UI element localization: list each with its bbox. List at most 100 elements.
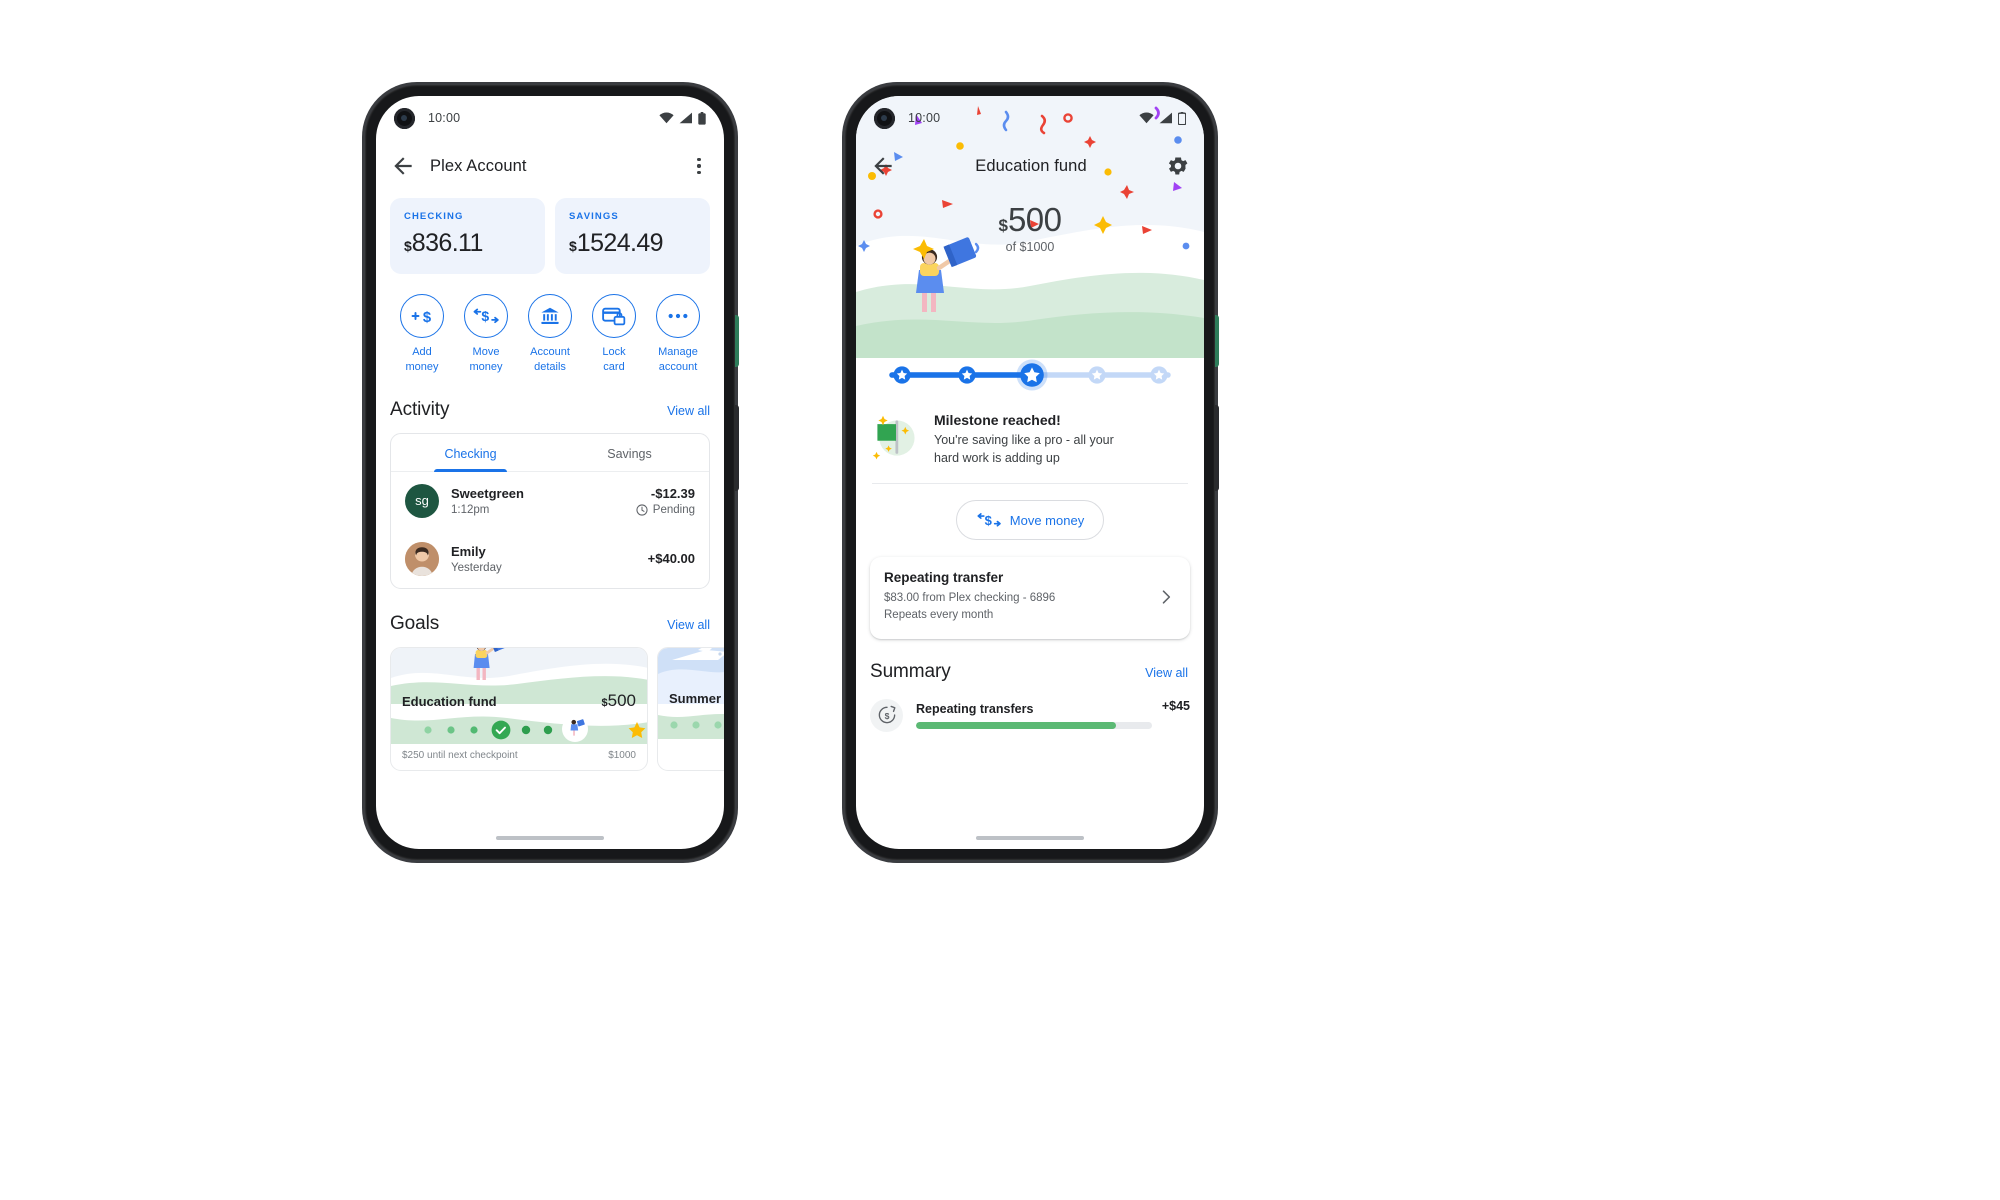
- move-money-icon: $: [977, 513, 1001, 528]
- gear-icon[interactable]: [1166, 154, 1190, 178]
- svg-text:$: $: [481, 308, 489, 324]
- phone-device-left: 10:00 Plex Account CHECKING $ 836.11 SAV…: [365, 85, 739, 860]
- divider: [872, 483, 1188, 485]
- phone-screen-right: 10:00 Education fund $ 500 of $1000 Mile…: [856, 96, 1204, 849]
- goal-target-label: of $1000: [1005, 240, 1055, 254]
- back-arrow-icon[interactable]: [390, 153, 416, 179]
- status-time: 10:00: [428, 111, 461, 125]
- milestone-message: Milestone reached! You're saving like a …: [856, 398, 1204, 467]
- move-money-button[interactable]: $ Move money: [956, 500, 1104, 541]
- milestone-slider[interactable]: [856, 352, 1204, 398]
- front-camera-icon: [394, 107, 415, 129]
- action-label-line2: money: [469, 360, 503, 373]
- balance-label: CHECKING: [404, 211, 464, 222]
- action-manage-account[interactable]: Manage account: [648, 294, 708, 375]
- milestone-stop-4: [1150, 366, 1168, 384]
- status-icons: [1139, 111, 1186, 125]
- phone-device-right: 10:00 Education fund $ 500 of $1000 Mile…: [845, 85, 1219, 860]
- goal-card-summer[interactable]: Summer: [657, 646, 724, 771]
- action-account-details[interactable]: Account details: [520, 294, 580, 375]
- goal-hero: 10:00 Education fund $ 500 of $1000: [856, 96, 1204, 358]
- action-lock-card[interactable]: Lock card: [584, 294, 644, 375]
- wifi-icon: [659, 112, 674, 124]
- transaction-status: Pending: [652, 503, 695, 516]
- summary-row-amount: +$45: [1161, 698, 1190, 713]
- battery-icon: [698, 111, 706, 125]
- activity-view-all-link[interactable]: View all: [667, 404, 710, 418]
- balance-cards: CHECKING $ 836.11 SAVINGS $ 1524.49: [390, 198, 710, 274]
- activity-card: Checking Savings sg Sweetgreen 1:12pm -$…: [390, 432, 710, 589]
- table-row[interactable]: sg Sweetgreen 1:12pm -$12.39 Pending: [391, 472, 709, 530]
- list-item[interactable]: $ Repeating transfers +$45: [870, 698, 1190, 732]
- tab-savings[interactable]: Savings: [550, 434, 709, 471]
- overflow-menu-icon[interactable]: [688, 155, 710, 177]
- svg-text:$: $: [984, 513, 992, 528]
- table-row[interactable]: Emily Yesterday +$40.00: [391, 530, 709, 588]
- action-label-line2: money: [405, 360, 439, 373]
- balance-label: SAVINGS: [569, 211, 619, 222]
- lock-card-icon: [592, 294, 636, 338]
- transaction-time: 1:12pm: [451, 503, 490, 516]
- goal-progress-track[interactable]: [391, 714, 647, 744]
- goals-view-all-link[interactable]: View all: [667, 618, 710, 632]
- avatar-initials: sg: [415, 493, 429, 509]
- currency-symbol: $: [998, 216, 1008, 235]
- goal-amount-block: $ 500 of $1000: [856, 201, 1204, 254]
- action-label-line2: card: [603, 360, 625, 373]
- currency-symbol: $: [569, 238, 577, 254]
- action-move-money[interactable]: $ Move money: [456, 294, 516, 375]
- action-add-money[interactable]: $ Add money: [392, 294, 452, 375]
- summary-progress-fill: [916, 721, 1117, 729]
- milestone-stop-current: [1016, 359, 1048, 391]
- add-money-icon: $: [400, 294, 444, 338]
- milestone-stop-3: [1088, 366, 1106, 384]
- screenshot-stage: 10:00 Plex Account CHECKING $ 836.11 SAV…: [0, 0, 2000, 1200]
- clock-icon: [636, 504, 648, 516]
- battery-icon: [1178, 111, 1186, 125]
- wifi-icon: [1139, 112, 1154, 124]
- avatar: sg: [405, 483, 439, 518]
- section-title: Activity: [390, 398, 450, 420]
- section-title: Summary: [870, 660, 951, 682]
- repeat-dollar-icon: $: [870, 698, 903, 732]
- action-label-line1: Lock: [602, 346, 626, 358]
- goal-footer-right: $1000: [608, 749, 636, 761]
- balance-card-checking[interactable]: CHECKING $ 836.11: [390, 198, 545, 274]
- page-title: Plex Account: [430, 156, 527, 175]
- bank-icon: [528, 294, 572, 338]
- chevron-right-icon: [1162, 590, 1171, 604]
- repeating-transfer-title: Repeating transfer: [884, 570, 1004, 586]
- quick-actions: $ Add money $ Move money Account details…: [390, 294, 710, 375]
- signal-icon: [679, 112, 692, 124]
- transaction-name: Sweetgreen: [451, 485, 524, 501]
- balance-amount: 836.11: [411, 229, 484, 257]
- milestone-stop-1: [958, 366, 976, 384]
- balance-card-savings[interactable]: SAVINGS $ 1524.49: [555, 198, 710, 274]
- summary-view-all-link[interactable]: View all: [1145, 666, 1188, 680]
- phone-screen-left: 10:00 Plex Account CHECKING $ 836.11 SAV…: [376, 96, 724, 849]
- summary-row-name: Repeating transfers: [916, 701, 1034, 716]
- goal-progress-track[interactable]: [658, 709, 724, 739]
- milestone-body-line1: You're saving like a pro - all your: [934, 433, 1114, 447]
- goal-name: Summer: [669, 690, 722, 706]
- status-bar: 10:00: [376, 96, 724, 140]
- green-flag-icon: [872, 415, 915, 460]
- transaction-time: Yesterday: [451, 561, 502, 574]
- home-indicator: [496, 836, 604, 840]
- goal-card-education-fund[interactable]: Education fund $ 500 $250 until next che…: [390, 646, 648, 771]
- activity-header: Activity View all: [390, 399, 710, 421]
- action-label-line2: details: [534, 360, 566, 373]
- balance-amount: 1524.49: [576, 229, 664, 257]
- action-label-line1: Manage: [658, 346, 698, 358]
- back-arrow-icon[interactable]: [870, 153, 896, 179]
- repeating-transfer-card[interactable]: Repeating transfer $83.00 from Plex chec…: [870, 557, 1190, 639]
- app-bar-left: Plex Account: [376, 140, 724, 192]
- svg-text:$: $: [423, 310, 432, 326]
- signal-icon: [1159, 112, 1172, 124]
- action-label-line1: Add: [412, 346, 432, 358]
- status-bar: 10:00: [856, 96, 1204, 140]
- transaction-amount: -$12.39: [650, 485, 695, 501]
- tab-checking[interactable]: Checking: [391, 434, 550, 472]
- page-title: Education fund: [975, 156, 1087, 175]
- transaction-amount: +$40.00: [647, 551, 695, 567]
